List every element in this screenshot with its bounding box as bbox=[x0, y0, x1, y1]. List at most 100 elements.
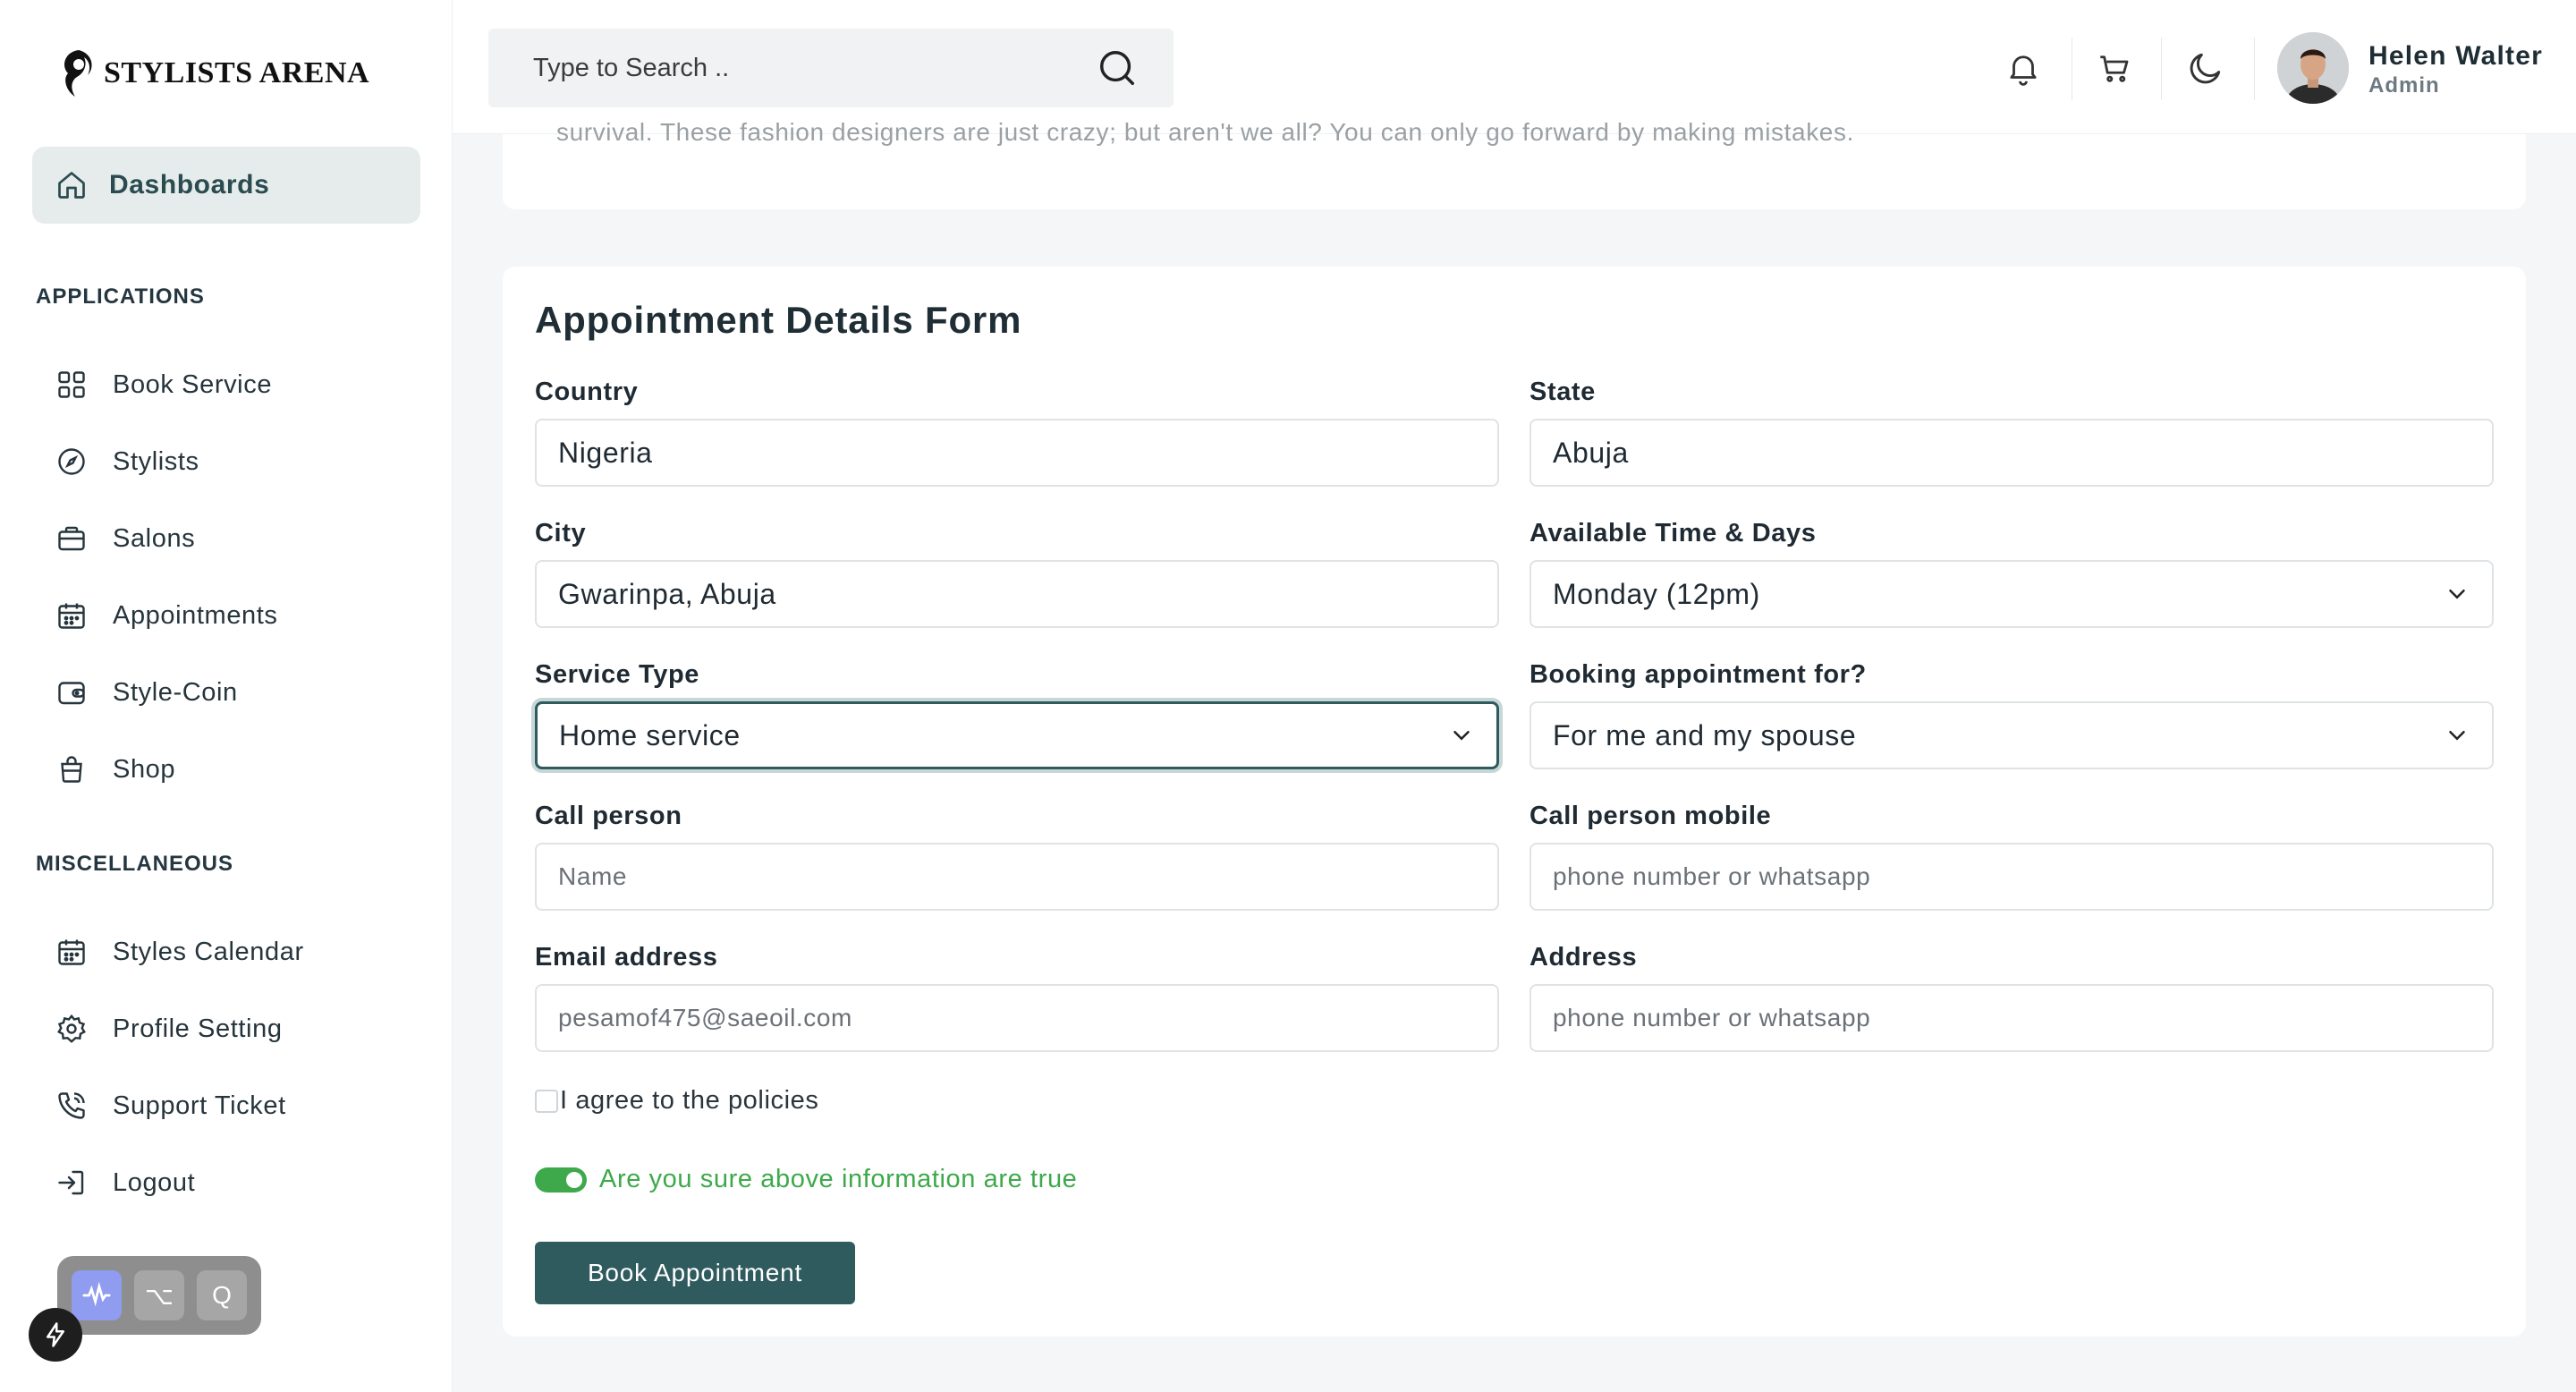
confirm-info[interactable]: Are you sure above information are true bbox=[535, 1165, 1077, 1194]
sidebar-item-label: Styles Calendar bbox=[113, 937, 304, 966]
lightning-icon[interactable] bbox=[29, 1308, 82, 1362]
available-time-select[interactable]: Monday (12pm) bbox=[1530, 560, 2494, 628]
appointment-form-card: Appointment Details Form Country State C… bbox=[503, 267, 2526, 1337]
avatar[interactable] bbox=[2277, 32, 2349, 104]
sidebar-item-profile-setting[interactable]: Profile Setting bbox=[36, 1004, 420, 1054]
section-heading-miscellaneous: MISCELLANEOUS bbox=[36, 852, 234, 876]
available-time-value: Monday (12pm) bbox=[1553, 577, 1760, 610]
email-input[interactable] bbox=[558, 1004, 1476, 1032]
booking-for-select[interactable]: For me and my spouse bbox=[1530, 701, 2494, 769]
sidebar-item-appointments[interactable]: Appointments bbox=[36, 590, 420, 641]
sidebar-item-dashboards[interactable]: Dashboards bbox=[32, 147, 420, 224]
country-label: Country bbox=[535, 378, 639, 406]
sidebar: STYLISTS ARENA Dashboards APPLICATIONS B… bbox=[0, 0, 453, 1392]
sidebar-item-label: Style-Coin bbox=[113, 677, 238, 707]
address-input[interactable] bbox=[1553, 1004, 2470, 1032]
section-heading-applications: APPLICATIONS bbox=[36, 284, 205, 309]
previous-card-text: survival. These fashion designers are ju… bbox=[556, 118, 1854, 146]
logo-hair-icon bbox=[64, 50, 92, 97]
sidebar-item-shop[interactable]: Shop bbox=[36, 744, 420, 794]
cart-icon[interactable] bbox=[2088, 41, 2141, 95]
divider bbox=[2161, 38, 2162, 100]
gear-icon bbox=[57, 1014, 86, 1043]
state-label: State bbox=[1530, 378, 1596, 406]
form-title: Appointment Details Form bbox=[535, 299, 1022, 341]
sidebar-item-stylists[interactable]: Stylists bbox=[36, 437, 420, 487]
home-icon bbox=[58, 172, 85, 199]
floating-dock: ⌥ Q bbox=[57, 1256, 261, 1335]
search-icon[interactable] bbox=[1097, 47, 1138, 89]
agree-checkbox[interactable] bbox=[535, 1089, 558, 1113]
country-input[interactable] bbox=[558, 436, 1476, 470]
city-input[interactable] bbox=[558, 577, 1476, 611]
service-type-select[interactable]: Home service bbox=[535, 701, 1499, 769]
compass-icon bbox=[58, 448, 85, 475]
quick-search-button[interactable]: Q bbox=[197, 1270, 247, 1320]
chevron-down-icon bbox=[1453, 731, 1470, 741]
user-name: Helen Walter bbox=[2368, 41, 2544, 71]
sidebar-item-book-service[interactable]: Book Service bbox=[36, 360, 420, 410]
call-person-input[interactable] bbox=[558, 862, 1476, 891]
call-mobile-field[interactable] bbox=[1530, 843, 2494, 911]
call-person-label: Call person bbox=[535, 802, 682, 830]
search-box[interactable] bbox=[488, 29, 1174, 107]
calendar-icon bbox=[58, 939, 85, 965]
sidebar-item-support-ticket[interactable]: Support Ticket bbox=[36, 1081, 420, 1131]
service-type-value: Home service bbox=[559, 718, 741, 751]
address-label: Address bbox=[1530, 943, 1638, 972]
sidebar-item-label: Shop bbox=[113, 754, 176, 784]
grid-icon bbox=[58, 371, 85, 398]
sidebar-item-label: Salons bbox=[113, 523, 196, 553]
address-field[interactable] bbox=[1530, 984, 2494, 1052]
sidebar-item-salons[interactable]: Salons bbox=[36, 514, 420, 564]
agree-policies[interactable]: I agree to the policies bbox=[535, 1086, 818, 1116]
email-label: Email address bbox=[535, 943, 718, 972]
search-input[interactable] bbox=[533, 53, 1034, 83]
agree-label: I agree to the policies bbox=[560, 1086, 819, 1115]
confirm-label: Are you sure above information are true bbox=[599, 1165, 1078, 1193]
sidebar-item-styles-calendar[interactable]: Styles Calendar bbox=[36, 927, 420, 977]
state-field[interactable] bbox=[1530, 419, 2494, 487]
shopping-bag-icon bbox=[61, 756, 82, 783]
sidebar-item-label: Book Service bbox=[113, 369, 273, 399]
chevron-down-icon bbox=[2449, 731, 2465, 741]
sidebar-item-label: Stylists bbox=[113, 446, 199, 476]
email-field[interactable] bbox=[535, 984, 1499, 1052]
briefcase-icon bbox=[58, 526, 85, 551]
user-role: Admin bbox=[2368, 73, 2440, 98]
booking-for-label: Booking appointment for? bbox=[1530, 660, 1867, 689]
sidebar-item-label: Dashboards bbox=[109, 170, 270, 199]
call-mobile-label: Call person mobile bbox=[1530, 802, 1772, 830]
city-field[interactable] bbox=[535, 560, 1499, 628]
waveform-icon[interactable] bbox=[72, 1270, 122, 1320]
available-time-label: Available Time & Days bbox=[1530, 519, 1817, 547]
book-appointment-button[interactable]: Book Appointment bbox=[535, 1242, 855, 1304]
service-type-label: Service Type bbox=[535, 660, 699, 689]
state-input[interactable] bbox=[1553, 436, 2470, 470]
sidebar-item-label: Support Ticket bbox=[113, 1091, 286, 1120]
brand-logo[interactable]: STYLISTS ARENA bbox=[57, 47, 369, 100]
sidebar-item-label: Profile Setting bbox=[113, 1014, 283, 1043]
call-person-field[interactable] bbox=[535, 843, 1499, 911]
sidebar-item-logout[interactable]: Logout bbox=[36, 1158, 420, 1208]
logout-icon bbox=[58, 1170, 84, 1195]
chevron-down-icon bbox=[2449, 590, 2465, 599]
sidebar-item-label: Logout bbox=[113, 1167, 196, 1197]
country-field[interactable] bbox=[535, 419, 1499, 487]
city-label: City bbox=[535, 519, 587, 547]
wallet-icon bbox=[58, 682, 85, 705]
booking-for-value: For me and my spouse bbox=[1553, 718, 1857, 751]
sidebar-item-label: Appointments bbox=[113, 600, 278, 630]
divider bbox=[2254, 38, 2255, 100]
previous-card: survival. These fashion designers are ju… bbox=[503, 118, 2526, 209]
confirm-toggle[interactable] bbox=[535, 1167, 587, 1193]
option-key-button[interactable]: ⌥ bbox=[134, 1270, 184, 1320]
top-bar: Helen Walter Admin bbox=[453, 0, 2576, 134]
sidebar-item-style-coin[interactable]: Style-Coin bbox=[36, 667, 420, 717]
dark-mode-moon-icon[interactable] bbox=[2179, 41, 2233, 95]
brand-name: STYLISTS ARENA bbox=[104, 56, 370, 89]
notification-bell-icon[interactable] bbox=[1996, 41, 2050, 95]
calendar-icon bbox=[58, 603, 85, 629]
phone-icon bbox=[58, 1092, 85, 1119]
call-mobile-input[interactable] bbox=[1553, 862, 2470, 891]
